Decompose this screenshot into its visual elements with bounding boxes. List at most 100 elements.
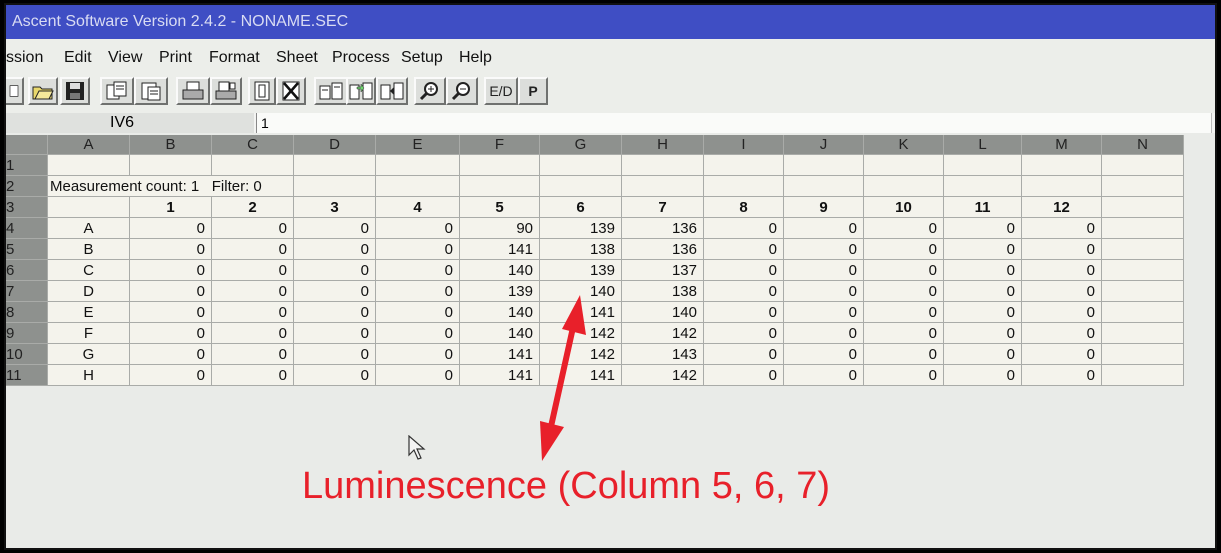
- open-button[interactable]: [28, 77, 58, 105]
- plate-value-cell[interactable]: 0: [944, 281, 1022, 302]
- plate-value-cell[interactable]: 0: [376, 218, 460, 239]
- plate-value-cell[interactable]: 0: [130, 281, 212, 302]
- plate-value-cell[interactable]: 0: [1022, 344, 1102, 365]
- cell-K1[interactable]: [864, 155, 944, 176]
- menu-process[interactable]: Process: [332, 49, 390, 67]
- cell-H2[interactable]: [622, 176, 704, 197]
- plate-value-cell[interactable]: 0: [784, 218, 864, 239]
- cell-N7[interactable]: [1102, 281, 1184, 302]
- menu-help[interactable]: Help: [459, 49, 492, 67]
- plate-value-cell[interactable]: 143: [622, 344, 704, 365]
- plate-value-cell[interactable]: 140: [460, 260, 540, 281]
- p-button[interactable]: P: [518, 77, 548, 105]
- plate-value-cell[interactable]: 0: [704, 323, 784, 344]
- measurement-count-label[interactable]: Measurement count: 1 Filter: 0: [48, 176, 294, 197]
- column-header-A[interactable]: A: [48, 135, 130, 155]
- cell-J2[interactable]: [784, 176, 864, 197]
- plate-row-label[interactable]: H: [48, 365, 130, 386]
- column-header-I[interactable]: I: [704, 135, 784, 155]
- cell-N6[interactable]: [1102, 260, 1184, 281]
- plate-value-cell[interactable]: 0: [1022, 365, 1102, 386]
- menu-print[interactable]: Print: [159, 49, 192, 67]
- plate-value-cell[interactable]: 0: [294, 260, 376, 281]
- plate-value-cell[interactable]: 0: [704, 239, 784, 260]
- plate-value-cell[interactable]: 0: [704, 218, 784, 239]
- row-header-1[interactable]: 1: [4, 155, 48, 176]
- plate-value-cell[interactable]: 0: [130, 239, 212, 260]
- plate-value-cell[interactable]: 0: [294, 365, 376, 386]
- row-header-10[interactable]: 10: [4, 344, 48, 365]
- plate-value-cell[interactable]: 0: [704, 344, 784, 365]
- plate-value-cell[interactable]: 0: [864, 302, 944, 323]
- plate-value-cell[interactable]: 0: [864, 260, 944, 281]
- plate-value-cell[interactable]: 0: [704, 281, 784, 302]
- menu-format[interactable]: Format: [209, 49, 260, 67]
- plate-value-cell[interactable]: 0: [212, 302, 294, 323]
- plate-value-cell[interactable]: 0: [1022, 302, 1102, 323]
- plate-row-label[interactable]: A: [48, 218, 130, 239]
- print-button[interactable]: [176, 77, 210, 105]
- plate-value-cell[interactable]: 0: [864, 239, 944, 260]
- plate-value-cell[interactable]: 0: [704, 260, 784, 281]
- well-column-header[interactable]: 11: [944, 197, 1022, 218]
- plate-value-cell[interactable]: 0: [864, 323, 944, 344]
- column-header-E[interactable]: E: [376, 135, 460, 155]
- print-preview-button[interactable]: [210, 77, 242, 105]
- plate-value-cell[interactable]: 0: [294, 344, 376, 365]
- plate-value-cell[interactable]: 0: [376, 323, 460, 344]
- cell-N2[interactable]: [1102, 176, 1184, 197]
- plate-value-cell[interactable]: 0: [944, 323, 1022, 344]
- plate-value-cell[interactable]: 0: [1022, 323, 1102, 344]
- new-button[interactable]: [4, 77, 24, 105]
- well-column-header[interactable]: 4: [376, 197, 460, 218]
- well-column-header[interactable]: 7: [622, 197, 704, 218]
- column-header-J[interactable]: J: [784, 135, 864, 155]
- well-column-header[interactable]: 10: [864, 197, 944, 218]
- plate-value-cell[interactable]: 0: [130, 260, 212, 281]
- plate-value-cell[interactable]: 0: [1022, 239, 1102, 260]
- plate-value-cell[interactable]: 141: [460, 239, 540, 260]
- cell-F1[interactable]: [460, 155, 540, 176]
- plate-value-cell[interactable]: 0: [944, 365, 1022, 386]
- plate-value-cell[interactable]: 0: [130, 302, 212, 323]
- plate-value-cell[interactable]: 0: [784, 260, 864, 281]
- plate-value-cell[interactable]: 0: [864, 344, 944, 365]
- plate-value-cell[interactable]: 0: [376, 239, 460, 260]
- plate-value-cell[interactable]: 0: [212, 260, 294, 281]
- copy-button[interactable]: [100, 77, 134, 105]
- row-header-3[interactable]: 3: [4, 197, 48, 218]
- column-header-D[interactable]: D: [294, 135, 376, 155]
- column-header-H[interactable]: H: [622, 135, 704, 155]
- plate-export-button[interactable]: [376, 77, 408, 105]
- plate-value-cell[interactable]: 0: [212, 239, 294, 260]
- cell-G2[interactable]: [540, 176, 622, 197]
- plate-value-cell[interactable]: 137: [622, 260, 704, 281]
- plate-row-label[interactable]: D: [48, 281, 130, 302]
- plate-row-label[interactable]: B: [48, 239, 130, 260]
- plate-row-label[interactable]: F: [48, 323, 130, 344]
- well-column-header[interactable]: 2: [212, 197, 294, 218]
- plate-value-cell[interactable]: 140: [622, 302, 704, 323]
- plate-value-cell[interactable]: 0: [1022, 281, 1102, 302]
- cell-E2[interactable]: [376, 176, 460, 197]
- well-column-header[interactable]: 9: [784, 197, 864, 218]
- menu-session[interactable]: ssion: [6, 49, 43, 67]
- plate-value-cell[interactable]: 0: [130, 323, 212, 344]
- cell-H1[interactable]: [622, 155, 704, 176]
- plate-value-cell[interactable]: 0: [944, 344, 1022, 365]
- plate-value-cell[interactable]: 0: [944, 218, 1022, 239]
- column-header-N[interactable]: N: [1102, 135, 1184, 155]
- cell-N4[interactable]: [1102, 218, 1184, 239]
- plate-value-cell[interactable]: 0: [784, 365, 864, 386]
- column-header-K[interactable]: K: [864, 135, 944, 155]
- cell-N8[interactable]: [1102, 302, 1184, 323]
- plate-value-cell[interactable]: 0: [864, 365, 944, 386]
- plate-row-label[interactable]: G: [48, 344, 130, 365]
- row-header-8[interactable]: 8: [4, 302, 48, 323]
- cell-N11[interactable]: [1102, 365, 1184, 386]
- menu-edit[interactable]: Edit: [64, 49, 92, 67]
- plate-value-cell[interactable]: 139: [540, 260, 622, 281]
- cell-I1[interactable]: [704, 155, 784, 176]
- row-header-2[interactable]: 2: [4, 176, 48, 197]
- cell-N9[interactable]: [1102, 323, 1184, 344]
